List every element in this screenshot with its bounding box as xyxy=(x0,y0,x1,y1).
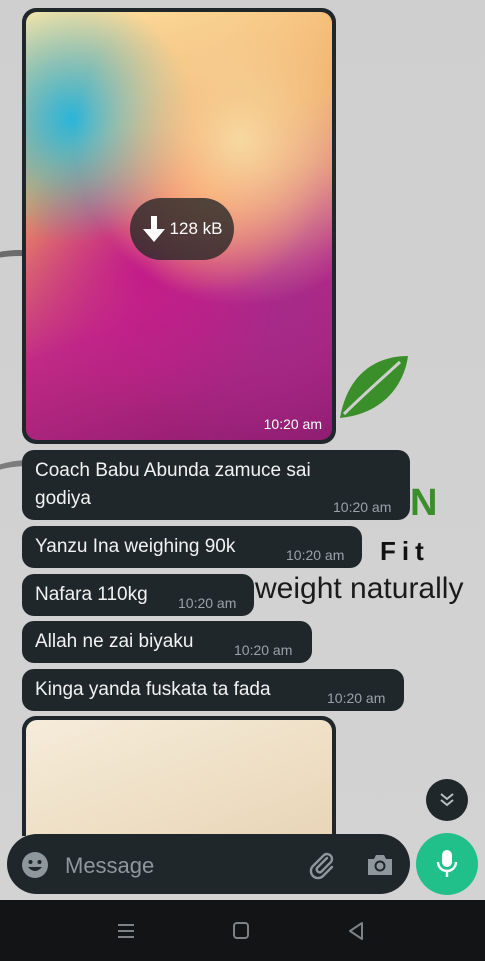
message-bubble[interactable]: Kinga yanda fuskata ta fada 10:20 am xyxy=(22,669,404,711)
system-navigation-bar xyxy=(0,900,485,961)
home-square-icon[interactable] xyxy=(229,920,253,942)
emoji-icon[interactable] xyxy=(21,851,49,879)
wallpaper-brand-tagline: weight naturally xyxy=(255,572,464,605)
message-text: Yanzu Ina weighing 90k xyxy=(35,536,236,557)
message-time: 10:20 am xyxy=(178,595,237,611)
message-text: Coach Babu Abunda zamuce sai xyxy=(35,460,311,481)
wallpaper-brand-letter: N xyxy=(410,482,438,524)
image-message[interactable]: 128 kB 10:20 am xyxy=(22,8,336,444)
paperclip-icon[interactable] xyxy=(307,850,337,880)
message-bubble[interactable]: Yanzu Ina weighing 90k 10:20 am xyxy=(22,526,362,568)
microphone-icon xyxy=(436,850,458,877)
message-time: 10:20 am xyxy=(263,416,322,432)
download-button[interactable]: 128 kB xyxy=(130,198,234,260)
message-text: Allah ne zai biyaku xyxy=(35,631,194,652)
message-composer xyxy=(7,834,410,894)
download-size: 128 kB xyxy=(169,219,223,238)
blurred-image-preview[interactable]: 128 kB 10:20 am xyxy=(26,12,332,440)
message-time: 10:20 am xyxy=(327,690,386,706)
leaf-logo xyxy=(340,356,408,418)
message-input[interactable] xyxy=(63,850,297,882)
message-time: 10:20 am xyxy=(234,642,293,658)
message-text: godiya xyxy=(35,488,91,509)
wallpaper-brand-fit: Fit xyxy=(380,536,430,566)
scroll-to-bottom-button[interactable] xyxy=(426,779,468,821)
message-text: Nafara 110kg xyxy=(35,584,148,605)
message-time: 10:20 am xyxy=(286,547,345,563)
download-arrow-icon xyxy=(142,216,165,242)
image-message[interactable] xyxy=(22,716,336,836)
message-bubble[interactable]: Allah ne zai biyaku 10:20 am xyxy=(22,621,312,663)
message-text: Kinga yanda fuskata ta fada xyxy=(35,679,271,700)
image-preview[interactable] xyxy=(26,720,332,836)
message-bubble[interactable]: Coach Babu Abunda zamuce sai godiya 10:2… xyxy=(22,450,410,520)
camera-icon[interactable] xyxy=(365,851,395,879)
message-time: 10:20 am xyxy=(333,499,392,515)
message-bubble[interactable]: Nafara 110kg 10:20 am xyxy=(22,574,254,616)
double-chevron-down-icon xyxy=(440,793,454,807)
back-triangle-icon[interactable] xyxy=(345,920,369,942)
menu-icon[interactable] xyxy=(114,920,138,942)
voice-message-button[interactable] xyxy=(416,833,478,895)
